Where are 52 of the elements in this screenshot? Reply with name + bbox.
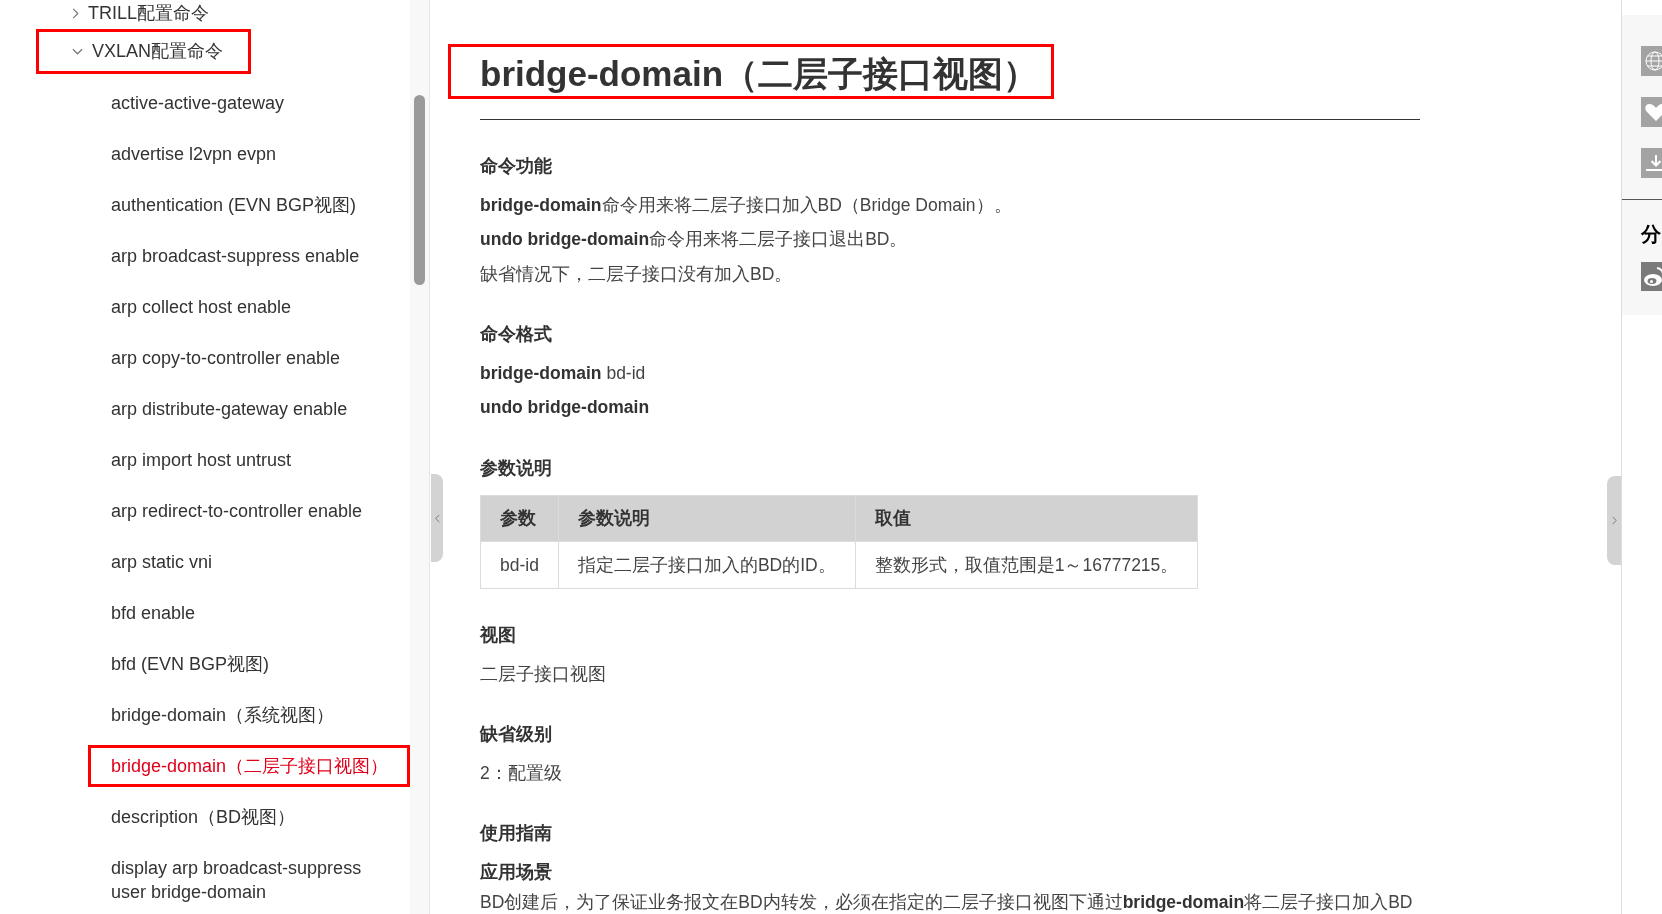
table-cell: 指定二层子接口加入的BD的ID。 bbox=[558, 541, 856, 589]
paragraph: 二层子接口视图 bbox=[480, 662, 607, 686]
sidebar-item[interactable]: active-active-gateway bbox=[88, 81, 410, 124]
sidebar-item[interactable]: arp copy-to-controller enable bbox=[88, 336, 410, 379]
sidebar-item[interactable]: arp redirect-to-controller enable bbox=[88, 489, 410, 532]
chevron-right-icon bbox=[1611, 516, 1617, 525]
panel-expand-button[interactable] bbox=[1607, 476, 1621, 565]
sidebar-item[interactable]: description（BD视图） bbox=[88, 795, 410, 838]
sidebar-item[interactable]: bfd (EVN BGP视图) bbox=[88, 642, 410, 685]
heart-icon[interactable] bbox=[1641, 97, 1662, 127]
section-heading: 使用指南 bbox=[480, 822, 553, 845]
chevron-right-icon bbox=[72, 7, 79, 19]
paragraph: bridge-domain bd-id bbox=[480, 361, 647, 385]
sidebar-item[interactable]: bfd enable bbox=[88, 591, 410, 634]
section-heading: 视图 bbox=[480, 624, 517, 647]
paragraph: 2：配置级 bbox=[480, 761, 563, 785]
share-heading: 分 bbox=[1641, 222, 1662, 246]
sidebar-group[interactable]: VXLAN配置命令 bbox=[36, 29, 251, 74]
sidebar-item[interactable]: arp import host untrust bbox=[88, 438, 410, 481]
section-heading: 参数说明 bbox=[480, 456, 553, 480]
section-heading: 缺省级别 bbox=[480, 723, 553, 746]
download-icon[interactable] bbox=[1641, 148, 1662, 178]
sidebar-item[interactable]: arp collect host enable bbox=[88, 285, 410, 328]
chevron-left-icon bbox=[434, 513, 440, 523]
sidebar-item[interactable]: advertise l2vpn evpn bbox=[88, 132, 410, 175]
sidebar-group[interactable]: TRILL配置命令 bbox=[36, 0, 251, 26]
paragraph: BD创建后，为了保证业务报文在BD内转发，必须在指定的二层子接口视图下通过bridge-domain将二层子接口加入BD bbox=[480, 891, 1414, 913]
paragraph: 缺省情况下，二层子接口没有加入BD。 bbox=[480, 262, 794, 286]
sidebar-item[interactable]: arp static vni bbox=[88, 540, 410, 583]
sidebar-item[interactable]: bridge-domain（系统视图） bbox=[88, 693, 410, 736]
sidebar-item[interactable]: arp distribute-gateway enable bbox=[88, 387, 410, 430]
table-cell: 整数形式，取值范围是1～16777215。 bbox=[855, 541, 1198, 589]
paragraph: undo bridge-domain命令用来将二层子接口退出BD。 bbox=[480, 228, 909, 251]
sidebar-item[interactable]: authentication (EVN BGP视图) bbox=[88, 183, 410, 226]
sidebar-item[interactable]: arp broadcast-suppress enable bbox=[88, 234, 410, 277]
social-logo-icon[interactable] bbox=[1641, 262, 1662, 291]
table-cell: bd-id bbox=[480, 541, 559, 589]
command-syntax: undo bridge-domain bbox=[480, 396, 651, 419]
sidebar-item[interactable]: display arp broadcast-suppress user bridge-domain bbox=[88, 846, 410, 913]
scrollbar-thumb[interactable] bbox=[414, 95, 425, 285]
table-header-cell: 参数说明 bbox=[558, 495, 856, 542]
sidebar-item[interactable]: bridge-domain（二层子接口视图） bbox=[88, 744, 410, 787]
sidebar-collapse-button[interactable] bbox=[431, 474, 443, 562]
globe-icon[interactable] bbox=[1641, 46, 1662, 76]
page-title: bridge-domain（二层子接口视图） bbox=[448, 44, 1054, 99]
chevron-down-icon bbox=[72, 48, 83, 55]
section-heading: 命令格式 bbox=[480, 323, 553, 346]
table-header-cell: 参数 bbox=[480, 495, 559, 542]
paragraph: bridge-domain命令用来将二层子接口加入BD（Bridge Domain）。 bbox=[480, 193, 1013, 217]
subsection-heading: 应用场景 bbox=[480, 860, 553, 884]
section-heading: 命令功能 bbox=[480, 155, 553, 178]
table-header-cell: 取值 bbox=[855, 495, 1198, 542]
